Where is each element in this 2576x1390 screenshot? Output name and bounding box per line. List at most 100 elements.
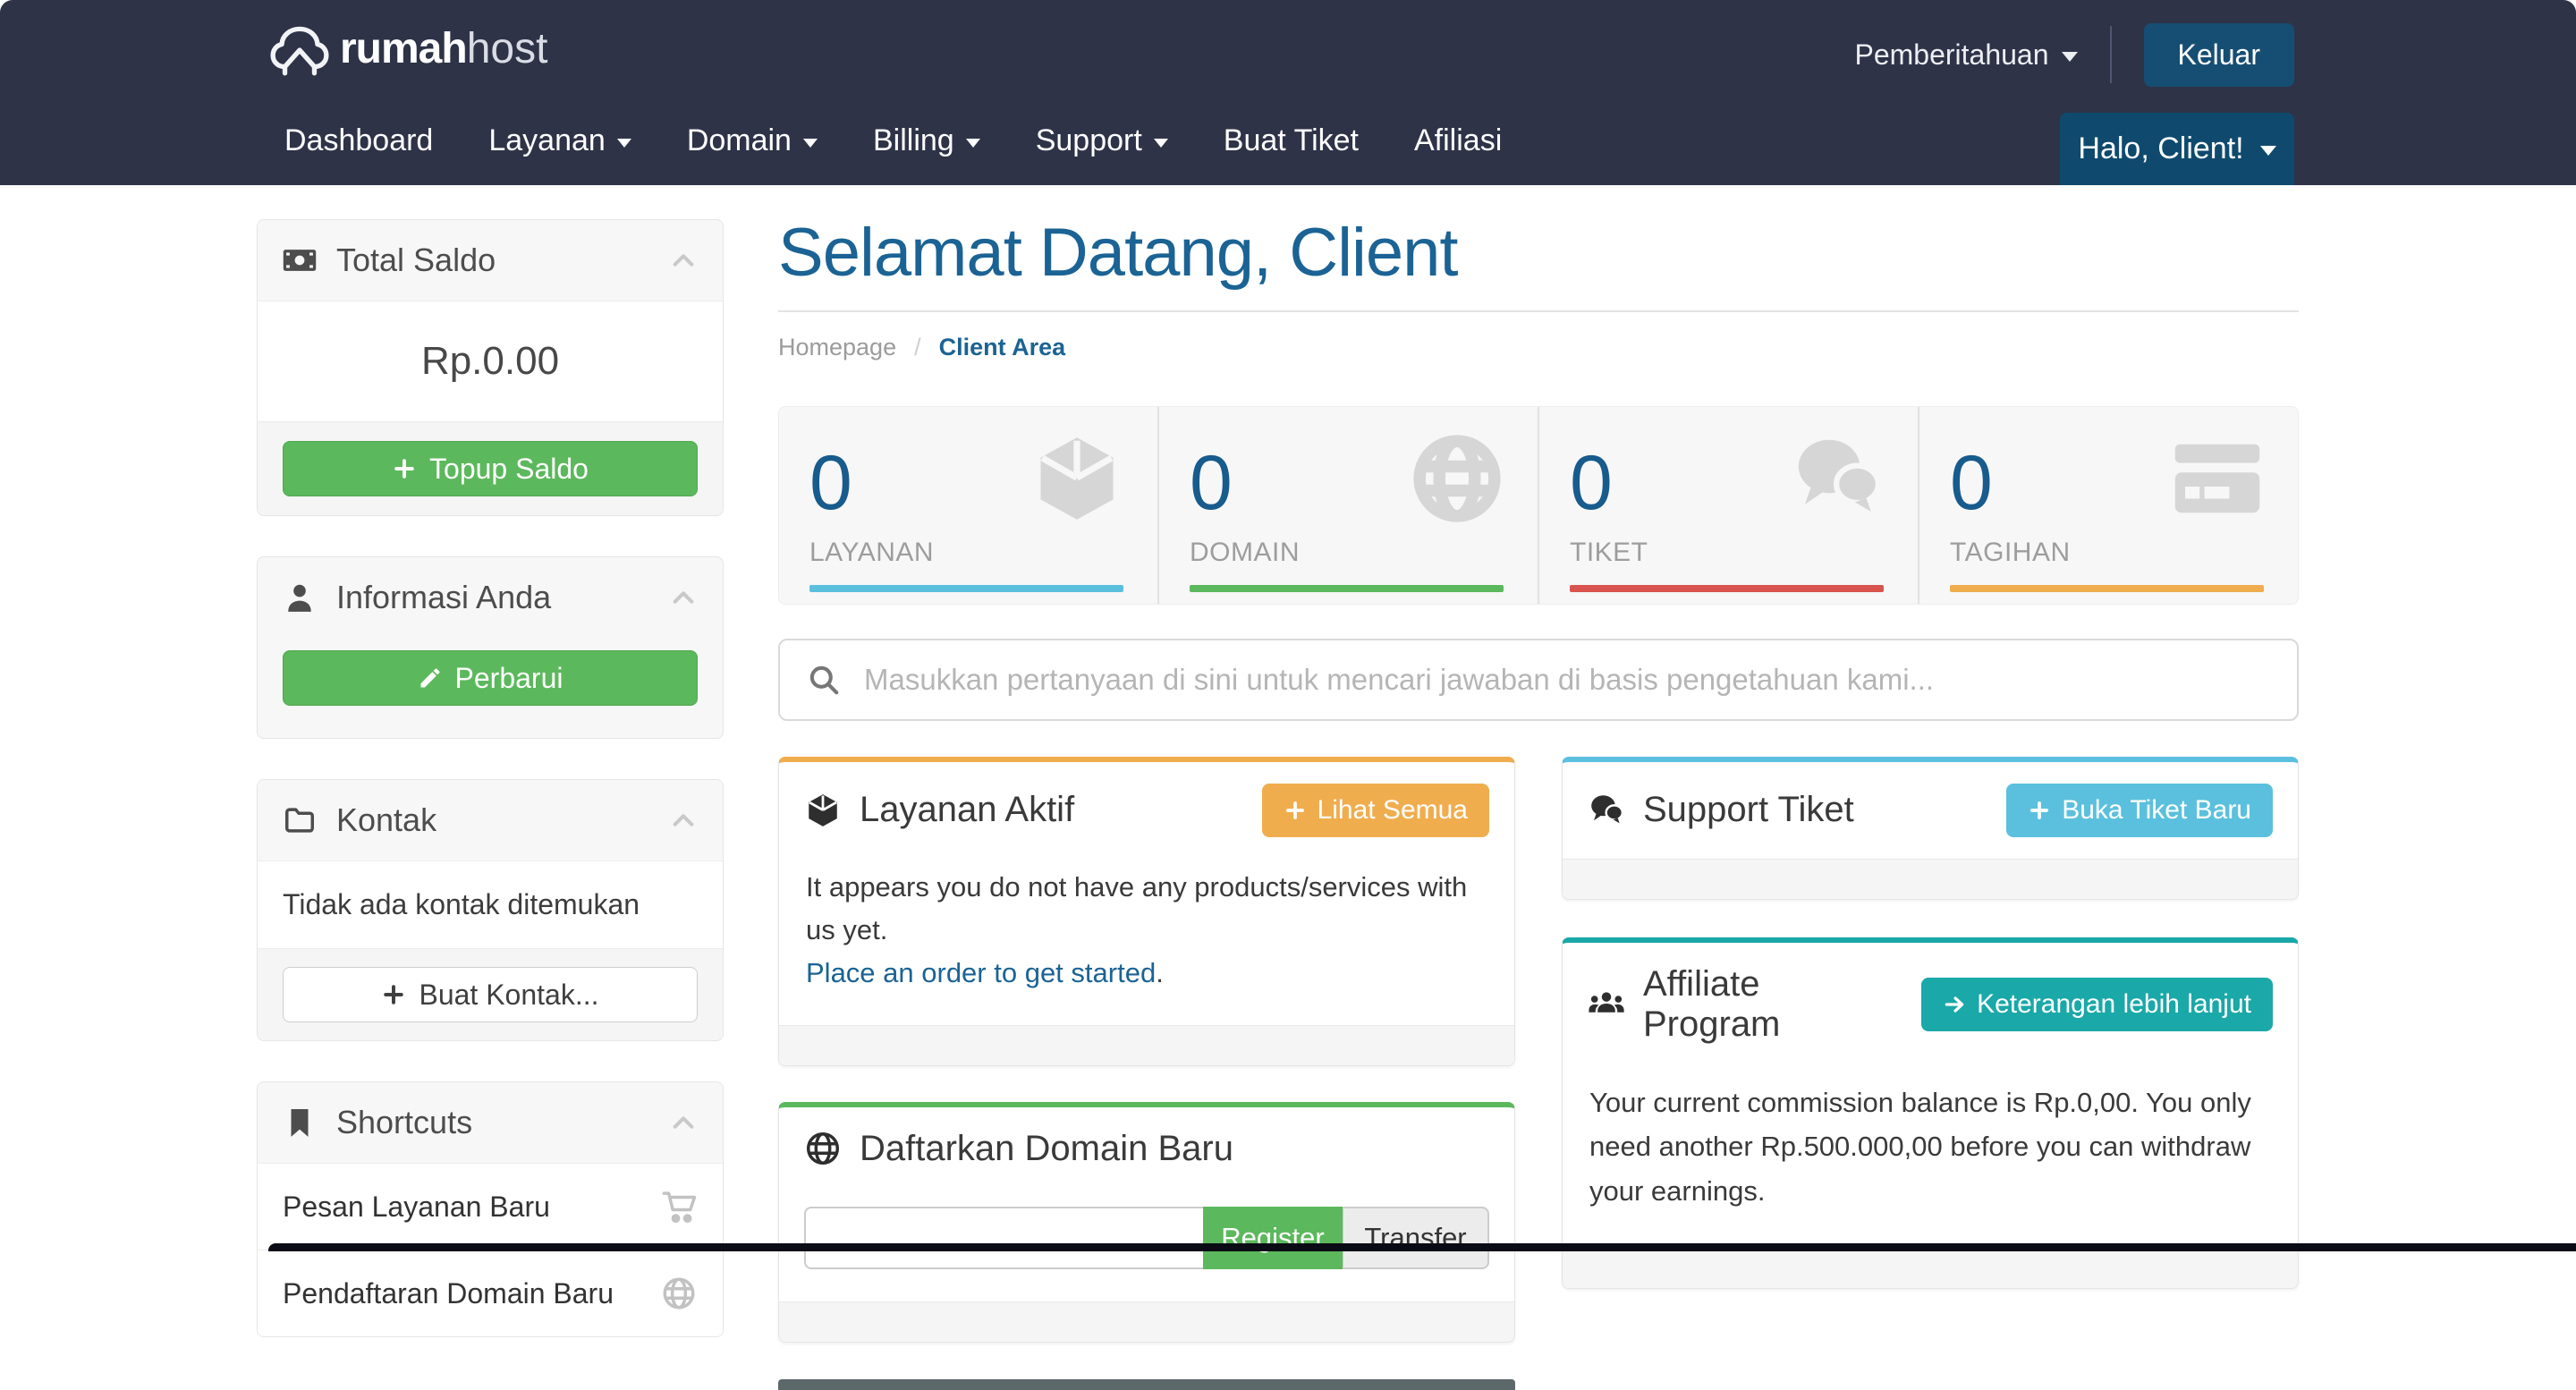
next-panel-top-edge (778, 1379, 1515, 1390)
support-tiket-panel: Support Tiket Buka Tiket Baru (1562, 757, 2299, 900)
kb-search (778, 639, 2299, 721)
breadcrumb-homepage[interactable]: Homepage (778, 334, 896, 361)
shortcut-item-pesan-layanan[interactable]: Pesan Layanan Baru (258, 1163, 723, 1250)
chevron-down-icon (2062, 52, 2078, 62)
pencil-icon (418, 665, 443, 691)
title-divider (778, 310, 2299, 312)
users-icon (1588, 986, 1625, 1023)
window-bottom-edge (268, 1243, 2576, 1251)
shortcuts-title: Shortcuts (336, 1104, 472, 1141)
kontak-panel: Kontak Tidak ada kontak ditemukan Buat K… (257, 779, 724, 1041)
kontak-footer: Buat Kontak... (258, 948, 723, 1040)
logout-button[interactable]: Keluar (2144, 23, 2295, 87)
chevron-up-icon[interactable] (669, 806, 698, 835)
stat-domain-bar (1190, 585, 1504, 592)
kontak-empty-text: Tidak ada kontak ditemukan (258, 860, 723, 948)
site-header: rumahhost Pemberitahuan Keluar Dashboard… (0, 0, 2576, 185)
total-saldo-footer: Topup Saldo (258, 422, 723, 515)
credit-card-icon (2169, 430, 2266, 527)
chevron-down-icon (1154, 139, 1168, 148)
layanan-aktif-title: Layanan Aktif (804, 790, 1074, 830)
plus-icon (1284, 799, 1307, 822)
notifications-dropdown[interactable]: Pemberitahuan (1854, 38, 2077, 72)
plus-icon (392, 456, 417, 481)
breadcrumb: Homepage / Client Area (778, 334, 2299, 361)
perbarui-button[interactable]: Perbarui (283, 650, 698, 706)
transfer-domain-button[interactable]: Transfer (1343, 1207, 1489, 1269)
chevron-down-icon (2260, 146, 2276, 156)
layanan-aktif-header: Layanan Aktif Lihat Semua (779, 762, 1514, 859)
nav-item-dashboard[interactable]: Dashboard (284, 97, 461, 185)
stat-layanan-bar (809, 585, 1123, 592)
panels-right-column: Support Tiket Buka Tiket Baru (1562, 757, 2299, 1289)
cloud-home-icon (268, 21, 331, 76)
layanan-aktif-body: It appears you do not have any products/… (779, 859, 1514, 1025)
kontak-header: Kontak (258, 780, 723, 860)
globe-icon (660, 1275, 698, 1312)
nav-item-buat-tiket[interactable]: Buat Tiket (1196, 97, 1386, 185)
nav-item-domain[interactable]: Domain (659, 97, 845, 185)
daftarkan-domain-footer (779, 1301, 1514, 1342)
stat-tagihan-label: TAGIHAN (1950, 538, 2267, 568)
buka-tiket-baru-button[interactable]: Buka Tiket Baru (2006, 784, 2273, 837)
nav-item-layanan[interactable]: Layanan (461, 97, 658, 185)
domain-input[interactable] (804, 1207, 1203, 1269)
brand-name: rumahhost (340, 24, 547, 73)
user-menu-button[interactable]: Halo, Client! (2060, 113, 2294, 185)
lihat-semua-button[interactable]: Lihat Semua (1262, 784, 1489, 837)
stat-tiket[interactable]: 0 TIKET (1539, 407, 1919, 604)
search-icon (807, 663, 841, 697)
informasi-anda-body: Perbarui (258, 638, 723, 738)
affiliate-footer (1563, 1248, 2298, 1288)
shortcuts-panel: Shortcuts Pesan Layanan Baru Pendaftaran… (257, 1081, 724, 1337)
support-tiket-header: Support Tiket Buka Tiket Baru (1563, 762, 2298, 859)
register-domain-button[interactable]: Register (1203, 1207, 1343, 1269)
breadcrumb-separator: / (914, 334, 921, 361)
informasi-anda-title: Informasi Anda (336, 579, 551, 616)
topup-saldo-button[interactable]: Topup Saldo (283, 441, 698, 496)
user-icon (283, 581, 317, 614)
page-title: Selamat Datang, Client (778, 217, 2299, 289)
comments-icon (1789, 430, 1885, 527)
topbar: rumahhost Pemberitahuan Keluar (0, 0, 2576, 97)
chevron-up-icon[interactable] (669, 1108, 698, 1137)
brand-logo[interactable]: rumahhost (268, 21, 547, 76)
stat-domain[interactable]: 0 DOMAIN (1159, 407, 1539, 604)
total-saldo-header: Total Saldo (258, 220, 723, 301)
shortcut-item-pendaftaran-domain[interactable]: Pendaftaran Domain Baru (258, 1250, 723, 1336)
stat-domain-label: DOMAIN (1190, 538, 1507, 568)
layanan-aktif-panel: Layanan Aktif Lihat Semua It appears you… (778, 757, 1515, 1066)
saldo-amount: Rp.0.00 (258, 301, 723, 422)
stat-tagihan-bar (1950, 585, 2264, 592)
keterangan-lebih-lanjut-button[interactable]: Keterangan lebih lanjut (1921, 978, 2273, 1031)
stat-tiket-label: TIKET (1570, 538, 1887, 568)
affiliate-title: Affiliate Program (1588, 964, 1903, 1045)
chevron-up-icon[interactable] (669, 246, 698, 275)
chevron-up-icon[interactable] (669, 583, 698, 612)
chevron-down-icon (803, 139, 818, 148)
bookmark-icon (283, 1106, 317, 1140)
stat-tagihan[interactable]: 0 TAGIHAN (1919, 407, 2298, 604)
globe-icon (1409, 430, 1505, 527)
plus-icon (2028, 799, 2051, 822)
main-content: Selamat Datang, Client Homepage / Client… (778, 217, 2299, 1390)
stat-layanan[interactable]: 0 LAYANAN (779, 407, 1159, 604)
kb-search-input[interactable] (864, 663, 2270, 697)
stat-layanan-label: LAYANAN (809, 538, 1127, 568)
cube-icon (1029, 430, 1125, 527)
sidebar: Total Saldo Rp.0.00 Topup Saldo Informas… (257, 219, 724, 1337)
buat-kontak-button[interactable]: Buat Kontak... (283, 967, 698, 1022)
affiliate-header: Affiliate Program Keterangan lebih lanju… (1563, 943, 2298, 1066)
affiliate-program-panel: Affiliate Program Keterangan lebih lanju… (1562, 937, 2299, 1289)
nav-item-billing[interactable]: Billing (845, 97, 1008, 185)
topbar-divider (2110, 26, 2112, 83)
breadcrumb-current: Client Area (939, 334, 1066, 361)
support-tiket-title: Support Tiket (1588, 790, 1854, 830)
nav-item-afiliasi[interactable]: Afiliasi (1386, 97, 1530, 185)
nav-item-support[interactable]: Support (1008, 97, 1196, 185)
globe-icon (804, 1130, 842, 1167)
place-order-link[interactable]: Place an order to get started (806, 957, 1156, 988)
dashboard-panels: Layanan Aktif Lihat Semua It appears you… (778, 757, 2299, 1390)
panels-left-column: Layanan Aktif Lihat Semua It appears you… (778, 757, 1515, 1390)
money-bill-icon (283, 243, 317, 277)
